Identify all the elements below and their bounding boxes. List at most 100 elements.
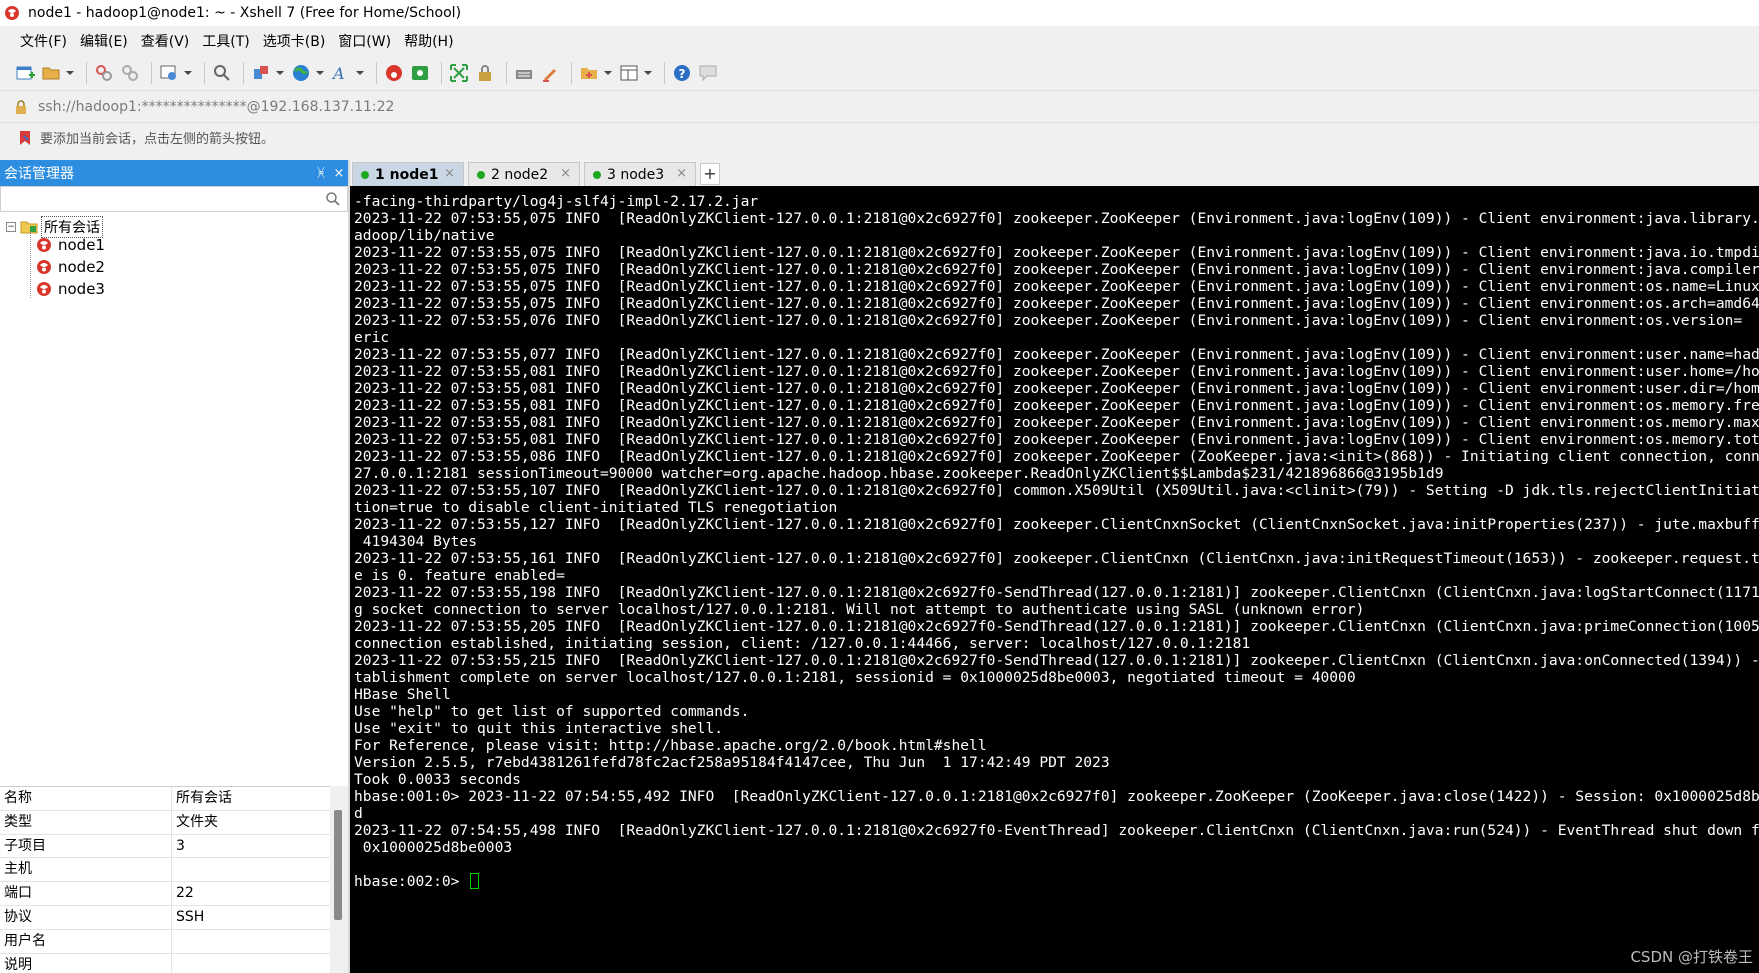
toolbar-separator bbox=[86, 62, 87, 84]
highlight-icon[interactable] bbox=[539, 62, 561, 84]
tree-guide-line bbox=[30, 232, 31, 298]
property-key: 端口 bbox=[0, 882, 172, 905]
tree-root-all-sessions[interactable]: − 所有会话 bbox=[6, 216, 103, 238]
terminal-line: hbase:001:0> 2023-11-22 07:54:55,492 INF… bbox=[354, 788, 1759, 805]
toolbar-separator bbox=[376, 62, 377, 84]
properties-dropdown-icon[interactable] bbox=[184, 62, 192, 84]
property-row: 端口 22 bbox=[0, 882, 330, 906]
tree-node-node3[interactable]: node3 bbox=[36, 280, 105, 298]
globe-dropdown-icon[interactable] bbox=[316, 62, 324, 84]
menu-window[interactable]: 窗口(W) bbox=[332, 28, 397, 54]
transfer-dropdown-icon[interactable] bbox=[276, 62, 284, 84]
session-icon bbox=[37, 238, 51, 252]
connected-status-icon bbox=[477, 170, 485, 179]
pin-icon[interactable]: ᚸ bbox=[312, 166, 330, 181]
session-search-input[interactable] bbox=[1, 187, 321, 211]
properties-scrollbar[interactable] bbox=[330, 786, 348, 973]
connected-status-icon bbox=[593, 170, 601, 179]
tab-close-icon[interactable]: × bbox=[560, 166, 571, 181]
property-key: 名称 bbox=[0, 787, 172, 810]
session-manager-header: 会话管理器 ᚸ × bbox=[0, 160, 348, 186]
font-dropdown-icon[interactable] bbox=[356, 62, 364, 84]
tab-label: 1 node1 bbox=[375, 166, 439, 183]
font-icon[interactable]: A bbox=[330, 62, 352, 84]
reconnect-icon[interactable] bbox=[93, 62, 115, 84]
menu-tools[interactable]: 工具(T) bbox=[196, 28, 255, 54]
xftp-icon[interactable] bbox=[409, 62, 431, 84]
fullscreen-icon[interactable] bbox=[448, 62, 470, 84]
property-row: 协议 SSH bbox=[0, 905, 330, 930]
tab-close-icon[interactable]: × bbox=[676, 166, 687, 181]
tab-close-icon[interactable]: × bbox=[444, 166, 455, 181]
layout-dropdown-icon[interactable] bbox=[644, 62, 652, 84]
tab-node3[interactable]: 3 node3 × bbox=[584, 162, 696, 186]
properties-icon[interactable] bbox=[158, 62, 180, 84]
toolbar-separator bbox=[151, 62, 152, 84]
find-icon[interactable] bbox=[211, 62, 233, 84]
property-row: 子项目 3 bbox=[0, 834, 330, 859]
tree-node-node1[interactable]: node1 bbox=[36, 236, 105, 254]
terminal-line: 2023-11-22 07:54:55,498 INFO [ReadOnlyZK… bbox=[354, 822, 1759, 839]
compose-icon[interactable] bbox=[578, 62, 600, 84]
terminal-line: tablishment complete on server localhost… bbox=[354, 669, 1356, 686]
keyboard-icon[interactable] bbox=[513, 62, 535, 84]
session-properties: 名称 所有会话 类型 文件夹 子项目 3 主机 端口 22 协议 SSH 用户名… bbox=[0, 786, 330, 973]
tab-bar: 1 node1 × 2 node2 × 3 node3 × + bbox=[350, 160, 1759, 186]
terminal-line: 2023-11-22 07:53:55,076 INFO [ReadOnlyZK… bbox=[354, 312, 1743, 329]
terminal-line: 2023-11-22 07:53:55,075 INFO [ReadOnlyZK… bbox=[354, 210, 1759, 227]
help-icon[interactable]: ? bbox=[671, 62, 693, 84]
tree-node-label: node2 bbox=[58, 258, 105, 276]
menu-file[interactable]: 文件(F) bbox=[14, 28, 73, 54]
tree-node-node2[interactable]: node2 bbox=[36, 258, 105, 276]
session-search bbox=[0, 186, 348, 212]
open-folder-icon[interactable] bbox=[40, 62, 62, 84]
disconnect-icon[interactable] bbox=[119, 62, 141, 84]
xshell-logo-icon bbox=[5, 6, 19, 20]
property-value: SSH bbox=[176, 908, 205, 925]
property-value: 文件夹 bbox=[176, 813, 218, 830]
folder-icon bbox=[20, 221, 38, 234]
open-dropdown-icon[interactable] bbox=[66, 62, 74, 84]
property-key: 用户名 bbox=[0, 929, 172, 953]
window-title: node1 - hadoop1@node1: ~ - Xshell 7 (Fre… bbox=[28, 5, 462, 21]
transfer-icon[interactable] bbox=[250, 62, 272, 84]
xshell-icon[interactable] bbox=[383, 62, 405, 84]
menu-view[interactable]: 查看(V) bbox=[135, 28, 196, 54]
toolbar: A ? bbox=[0, 56, 1759, 90]
new-session-icon[interactable] bbox=[14, 62, 36, 84]
close-icon[interactable]: × bbox=[330, 166, 348, 181]
tab-node1[interactable]: 1 node1 × bbox=[352, 162, 464, 186]
title-bar: node1 - hadoop1@node1: ~ - Xshell 7 (Fre… bbox=[0, 0, 1759, 26]
bookmark-arrow-icon[interactable] bbox=[18, 130, 32, 146]
session-tree: − 所有会话 node1 node2 node3 bbox=[0, 212, 348, 786]
property-key: 说明 bbox=[0, 953, 172, 973]
terminal-output[interactable]: CSDN @打铁卷王 -facing-thirdparty/log4j-slf4… bbox=[350, 186, 1759, 973]
collapse-toggle-icon[interactable]: − bbox=[6, 222, 16, 232]
chat-icon[interactable] bbox=[697, 62, 719, 84]
menu-tabs[interactable]: 选项卡(B) bbox=[257, 28, 332, 54]
property-key: 主机 bbox=[0, 858, 172, 882]
layout-icon[interactable] bbox=[618, 62, 640, 84]
menu-edit[interactable]: 编辑(E) bbox=[74, 28, 134, 54]
address-bar: ssh://hadoop1:***************@192.168.13… bbox=[0, 90, 1759, 122]
session-address[interactable]: ssh://hadoop1:***************@192.168.13… bbox=[38, 99, 394, 115]
tab-node2[interactable]: 2 node2 × bbox=[468, 162, 580, 186]
add-tab-button[interactable]: + bbox=[700, 163, 720, 185]
menu-help[interactable]: 帮助(H) bbox=[398, 28, 459, 54]
hint-bar: 要添加当前会话，点击左侧的箭头按钮。 bbox=[0, 122, 1759, 152]
session-icon bbox=[37, 282, 51, 296]
tree-node-label: node1 bbox=[58, 236, 105, 254]
lock-icon[interactable] bbox=[474, 62, 496, 84]
terminal-line: 0x1000025d8be0003 bbox=[354, 839, 513, 856]
property-value: 3 bbox=[176, 837, 185, 854]
toolbar-separator bbox=[441, 62, 442, 84]
property-value: 所有会话 bbox=[176, 790, 232, 806]
terminal-line: hbase:002:0> bbox=[354, 872, 480, 891]
search-icon[interactable] bbox=[325, 191, 341, 207]
globe-icon[interactable] bbox=[290, 62, 312, 84]
compose-dropdown-icon[interactable] bbox=[604, 62, 612, 84]
tree-root-label: 所有会话 bbox=[41, 216, 103, 238]
csdn-watermark: CSDN @打铁卷王 bbox=[1630, 948, 1753, 966]
scrollbar-thumb[interactable] bbox=[334, 810, 342, 920]
tab-label: 2 node2 bbox=[491, 166, 549, 183]
